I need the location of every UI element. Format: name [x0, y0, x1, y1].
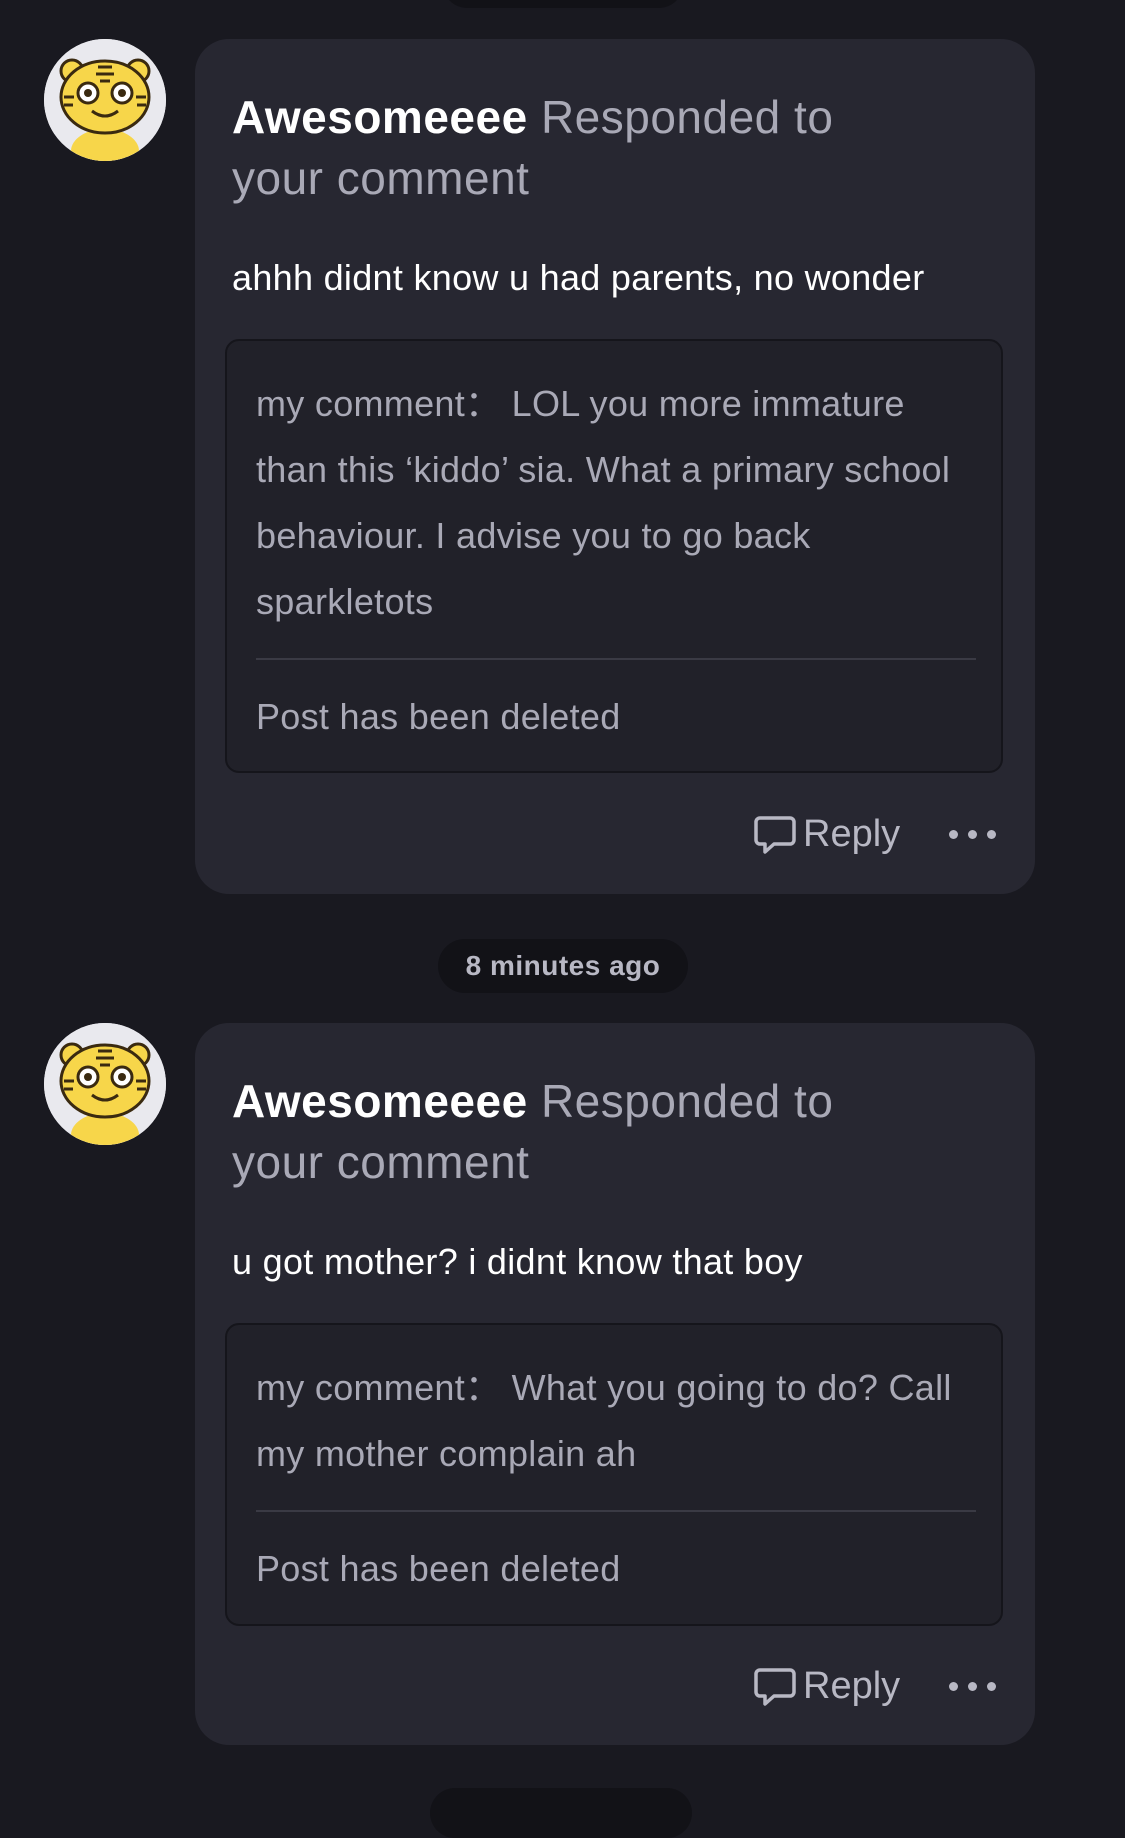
notification-card[interactable]: Awesomeeee Responded to your comment u g… — [195, 1023, 1035, 1745]
more-dots-icon[interactable] — [949, 809, 996, 859]
avatar[interactable] — [44, 1023, 166, 1145]
quoted-comment-box[interactable]: my comment： LOL you more immature than t… — [225, 339, 1003, 773]
notification-header: Awesomeeee Responded to your comment — [232, 1071, 912, 1193]
comment-icon — [754, 816, 796, 854]
quoted-comment: my comment： What you going to do? Call m… — [256, 1367, 952, 1474]
notification-card[interactable]: Awesomeeee Responded to your comment ahh… — [195, 39, 1035, 894]
tiger-avatar-icon — [44, 1023, 166, 1145]
post-status: Post has been deleted — [256, 1548, 621, 1589]
timestamp-pill: 8 minutes ago — [438, 939, 688, 993]
reply-text: ahhh didnt know u had parents, no wonder — [232, 257, 925, 298]
timestamp-pill-fragment — [430, 1788, 692, 1838]
comment-icon — [754, 1668, 796, 1706]
quoted-comment: my comment： LOL you more immature than t… — [256, 383, 951, 622]
reply-text: u got mother? i didnt know that boy — [232, 1241, 803, 1282]
reply-label: Reply — [803, 1664, 901, 1707]
avatar[interactable] — [44, 39, 166, 161]
quoted-comment-box[interactable]: my comment： What you going to do? Call m… — [225, 1323, 1003, 1626]
notification-header: Awesomeeee Responded to your comment — [232, 87, 912, 209]
divider — [256, 658, 976, 660]
tiger-avatar-icon — [44, 39, 166, 161]
reply-label: Reply — [803, 812, 901, 855]
more-dots-icon[interactable] — [949, 1661, 996, 1711]
timestamp-pill-fragment — [443, 0, 683, 8]
divider — [256, 1510, 976, 1512]
reply-button[interactable]: Reply — [753, 809, 900, 859]
post-status: Post has been deleted — [256, 696, 621, 737]
username[interactable]: Awesomeeee — [232, 1075, 528, 1127]
username[interactable]: Awesomeeee — [232, 91, 528, 143]
reply-button[interactable]: Reply — [753, 1661, 900, 1711]
